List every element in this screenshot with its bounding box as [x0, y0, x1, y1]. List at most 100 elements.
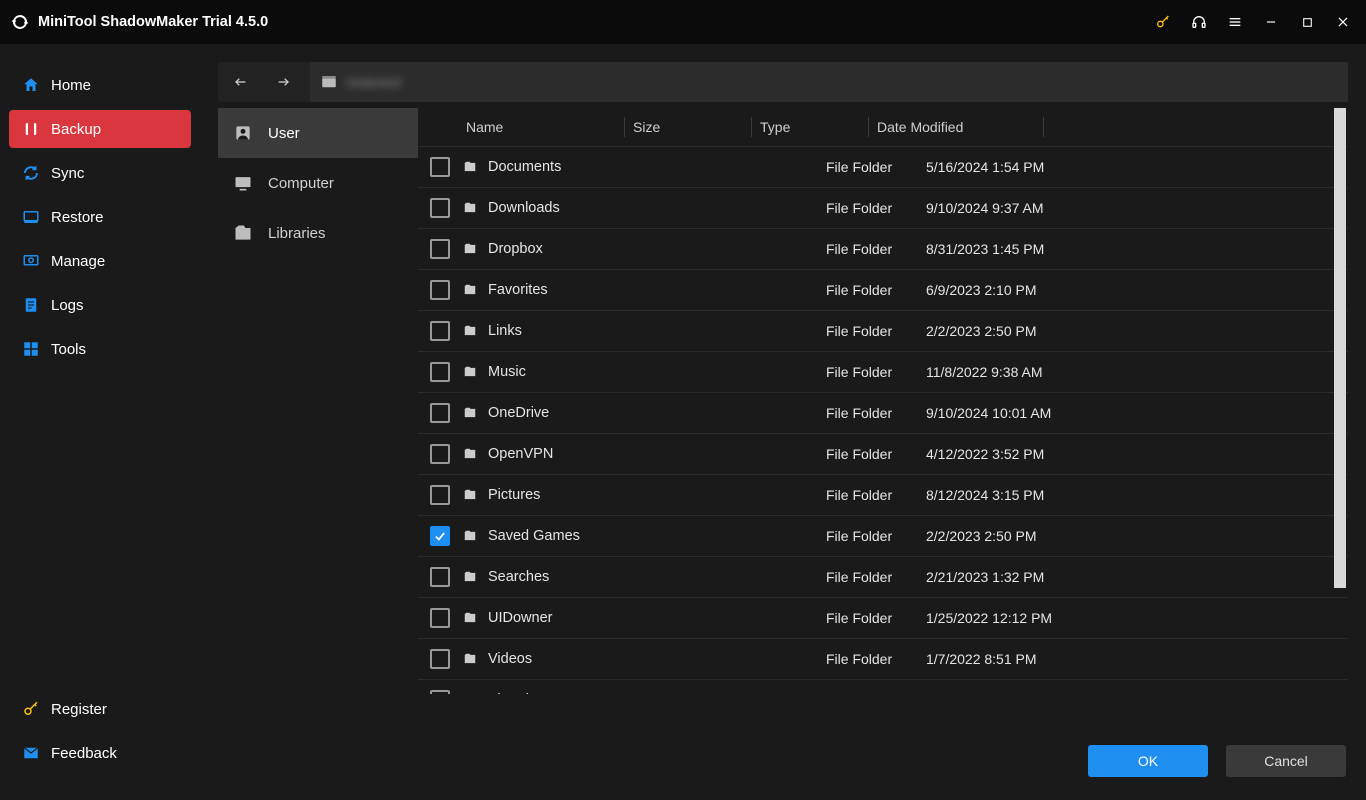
row-date: 8/31/2023 1:45 PM: [926, 241, 1126, 257]
sidebar-item-manage[interactable]: Manage: [9, 242, 191, 280]
row-date: 9/10/2024 9:37 AM: [926, 200, 1126, 216]
folder-icon: [460, 241, 480, 257]
sidebar-item-feedback[interactable]: Feedback: [9, 734, 191, 772]
row-type: File Folder: [826, 405, 926, 421]
dialog-footer: OK Cancel: [218, 740, 1348, 782]
row-type: File Folder: [826, 528, 926, 544]
row-name: Saved Games: [488, 528, 716, 544]
row-type: File Folder: [826, 241, 926, 257]
app-logo-icon: [10, 12, 30, 32]
sidebar-item-label: Logs: [51, 297, 84, 314]
col-date[interactable]: Date Modified: [869, 119, 1043, 135]
scrollbar[interactable]: [1334, 108, 1348, 694]
titlebar-close-button[interactable]: [1328, 7, 1358, 37]
col-name[interactable]: Name: [458, 119, 624, 135]
tree-item-libraries[interactable]: Libraries: [218, 208, 418, 258]
titlebar-maximize-button[interactable]: [1292, 7, 1322, 37]
row-date: 1/25/2022 12:12 PM: [926, 610, 1126, 626]
table-row[interactable]: FavoritesFile Folder6/9/2023 2:10 PM: [418, 270, 1348, 311]
row-checkbox[interactable]: [430, 649, 450, 669]
sidebar-item-register[interactable]: Register: [9, 690, 191, 728]
row-date: 1/7/2022 8:51 PM: [926, 651, 1126, 667]
table-row[interactable]: VideosFile Folder1/7/2022 8:51 PM: [418, 639, 1348, 680]
row-name: Pictures: [488, 487, 716, 503]
sidebar: Home Backup Sync Restore Manage Logs Tools Reg…: [0, 44, 200, 800]
row-checkbox[interactable]: [430, 239, 450, 259]
titlebar-menu-icon[interactable]: [1220, 7, 1250, 37]
col-size[interactable]: Size: [625, 119, 751, 135]
row-date: 1/7/2022 2:32 PM: [926, 692, 1126, 694]
row-checkbox[interactable]: [430, 567, 450, 587]
table-row[interactable]: SearchesFile Folder2/21/2023 1:32 PM: [418, 557, 1348, 598]
row-checkbox[interactable]: [430, 485, 450, 505]
sidebar-item-label: Restore: [51, 209, 104, 226]
row-checkbox[interactable]: [430, 362, 450, 382]
row-type: File Folder: [826, 569, 926, 585]
sidebar-item-restore[interactable]: Restore: [9, 198, 191, 236]
table-row[interactable]: MusicFile Folder11/8/2022 9:38 AM: [418, 352, 1348, 393]
table-row[interactable]: VirtualBox VMsFile Folder1/7/2022 2:32 P…: [418, 680, 1348, 694]
folder-icon: [460, 405, 480, 421]
table-row[interactable]: DocumentsFile Folder5/16/2024 1:54 PM: [418, 147, 1348, 188]
table-row[interactable]: LinksFile Folder2/2/2023 2:50 PM: [418, 311, 1348, 352]
table-row[interactable]: DownloadsFile Folder9/10/2024 9:37 AM: [418, 188, 1348, 229]
restore-icon: [21, 207, 41, 227]
tree-item-label: Libraries: [268, 225, 326, 242]
drive-icon: [320, 73, 338, 91]
row-checkbox[interactable]: [430, 403, 450, 423]
register-icon: [21, 699, 41, 719]
home-icon: [21, 75, 41, 95]
folder-icon: [460, 364, 480, 380]
row-name: Documents: [488, 159, 716, 175]
cancel-button[interactable]: Cancel: [1226, 745, 1346, 777]
folder-icon: [460, 692, 480, 694]
sidebar-item-label: Home: [51, 77, 91, 94]
titlebar-minimize-button[interactable]: [1256, 7, 1286, 37]
table-row[interactable]: DropboxFile Folder8/31/2023 1:45 PM: [418, 229, 1348, 270]
breadcrumb[interactable]: redacted: [310, 62, 1348, 102]
row-type: File Folder: [826, 364, 926, 380]
sidebar-item-sync[interactable]: Sync: [9, 154, 191, 192]
table-row[interactable]: UIDownerFile Folder1/25/2022 12:12 PM: [418, 598, 1348, 639]
row-date: 11/8/2022 9:38 AM: [926, 364, 1126, 380]
sync-icon: [21, 163, 41, 183]
row-checkbox[interactable]: [430, 690, 450, 694]
table-row[interactable]: OpenVPNFile Folder4/12/2022 3:52 PM: [418, 434, 1348, 475]
table-row[interactable]: PicturesFile Folder8/12/2024 3:15 PM: [418, 475, 1348, 516]
main-panel: redacted UserComputer Libraries Name Size…: [200, 44, 1366, 800]
tree-item-user[interactable]: User: [218, 108, 418, 158]
row-checkbox[interactable]: [430, 321, 450, 341]
row-name: Videos: [488, 651, 716, 667]
sidebar-item-backup[interactable]: Backup: [9, 110, 191, 148]
folder-icon: [460, 159, 480, 175]
manage-icon: [21, 251, 41, 271]
sidebar-item-label: Backup: [51, 121, 101, 138]
titlebar-key-icon[interactable]: [1148, 7, 1178, 37]
titlebar-headset-icon[interactable]: [1184, 7, 1214, 37]
row-name: UIDowner: [488, 610, 716, 626]
folder-icon: [460, 651, 480, 667]
sidebar-item-tools[interactable]: Tools: [9, 330, 191, 368]
file-list-panel: Name Size Type Date Modified DocumentsFi…: [418, 108, 1348, 694]
path-forward-button[interactable]: [262, 62, 306, 102]
path-back-button[interactable]: [218, 62, 262, 102]
col-type[interactable]: Type: [752, 119, 868, 135]
row-checkbox[interactable]: [430, 444, 450, 464]
sidebar-item-logs[interactable]: Logs: [9, 286, 191, 324]
row-checkbox[interactable]: [430, 198, 450, 218]
ok-button[interactable]: OK: [1088, 745, 1208, 777]
row-checkbox[interactable]: [430, 608, 450, 628]
table-row[interactable]: Saved GamesFile Folder2/2/2023 2:50 PM: [418, 516, 1348, 557]
row-checkbox[interactable]: [430, 157, 450, 177]
list-body: DocumentsFile Folder5/16/2024 1:54 PMDow…: [418, 147, 1348, 694]
sidebar-item-label: Manage: [51, 253, 105, 270]
backup-icon: [21, 119, 41, 139]
row-name: Searches: [488, 569, 716, 585]
table-row[interactable]: OneDriveFile Folder9/10/2024 10:01 AM: [418, 393, 1348, 434]
sidebar-item-home[interactable]: Home: [9, 66, 191, 104]
row-checkbox[interactable]: [430, 280, 450, 300]
feedback-icon: [21, 743, 41, 763]
row-checkbox[interactable]: [430, 526, 450, 546]
tree-item-computer[interactable]: Computer: [218, 158, 418, 208]
sidebar-item-label: Tools: [51, 341, 86, 358]
